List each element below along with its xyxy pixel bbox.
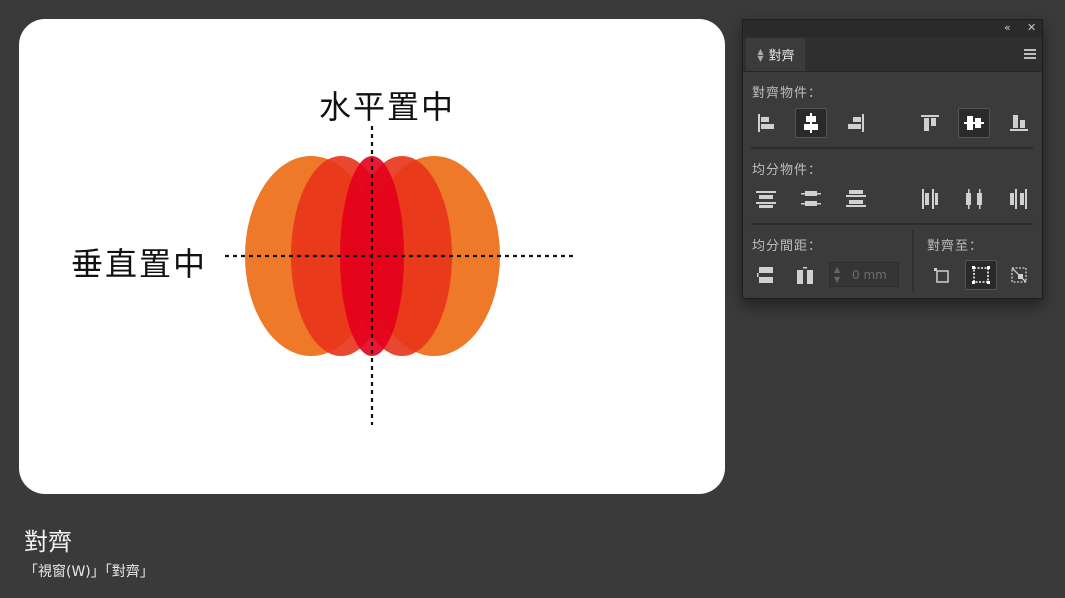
collapse-panel-icon[interactable]: « bbox=[1004, 21, 1011, 34]
panel-title-bar[interactable]: « ✕ bbox=[743, 20, 1042, 37]
horizontal-distribute-right-button[interactable] bbox=[1003, 184, 1035, 214]
caption-title: 對齊 bbox=[24, 528, 72, 556]
spacing-value-field[interactable]: ▲ ▼ bbox=[829, 262, 899, 287]
horizontal-distribute-center-icon bbox=[966, 189, 982, 209]
vertical-align-bottom-icon bbox=[1010, 115, 1028, 131]
horizontal-align-left-button[interactable] bbox=[750, 108, 782, 138]
align-to-artboard-icon bbox=[972, 266, 990, 284]
align-objects-label: 對齊物件： bbox=[752, 86, 823, 101]
horizontal-distribute-space-button[interactable] bbox=[789, 260, 821, 290]
panel-menu-icon[interactable] bbox=[1024, 49, 1036, 59]
align-to-selection-button[interactable] bbox=[925, 260, 957, 290]
vertical-align-top-button[interactable] bbox=[914, 108, 946, 138]
horizontal-align-center-icon bbox=[804, 113, 818, 133]
vertical-divider bbox=[912, 230, 914, 292]
caption-menu-path: 「視窗(W)」「對齊」 bbox=[24, 564, 154, 580]
align-to-key-object-button[interactable] bbox=[1003, 260, 1035, 290]
vertical-distribute-bottom-icon bbox=[846, 190, 866, 207]
horizontal-center-label: 水平置中 bbox=[318, 88, 455, 126]
artboard: 水平置中 垂直置中 bbox=[19, 19, 725, 494]
horizontal-align-right-icon bbox=[848, 114, 864, 132]
horizontal-align-left-icon bbox=[758, 114, 774, 132]
vertical-center-label: 垂直置中 bbox=[71, 245, 208, 283]
tab-align-label: 對齊 bbox=[768, 49, 795, 64]
horizontal-align-center-button[interactable] bbox=[795, 108, 827, 138]
horizontal-align-right-button[interactable] bbox=[840, 108, 872, 138]
spacing-input[interactable] bbox=[852, 266, 896, 283]
vertical-distribute-top-icon bbox=[756, 191, 776, 208]
horizontal-distribute-center-button[interactable] bbox=[958, 184, 990, 214]
horizontal-distribute-space-icon bbox=[797, 267, 813, 284]
section-divider bbox=[751, 147, 1033, 149]
vertical-distribute-bottom-button[interactable] bbox=[840, 184, 872, 214]
align-to-artboard-button[interactable] bbox=[965, 260, 997, 290]
vertical-align-center-button[interactable] bbox=[958, 108, 990, 138]
align-to-label: 對齊至： bbox=[927, 239, 984, 254]
align-to-key-object-icon bbox=[1011, 267, 1027, 283]
close-panel-icon[interactable]: ✕ bbox=[1027, 21, 1036, 34]
tab-reorder-icon: ▲ ▼ bbox=[757, 46, 764, 63]
horizontal-distribute-right-icon bbox=[1010, 189, 1027, 209]
vertical-distribute-space-icon bbox=[757, 267, 773, 283]
vertical-align-bottom-button[interactable] bbox=[1003, 108, 1035, 138]
horizontal-distribute-left-icon bbox=[922, 189, 938, 209]
align-to-selection-icon bbox=[934, 268, 949, 283]
tab-align[interactable]: ▲ ▼ 對齊 bbox=[746, 38, 805, 71]
distribute-spacing-label: 均分間距： bbox=[752, 239, 823, 254]
distribute-objects-label: 均分物件： bbox=[752, 163, 823, 178]
vertical-align-center-icon bbox=[964, 116, 984, 130]
panel-tab-bar: ▲ ▼ 對齊 bbox=[743, 37, 1042, 72]
vertical-distribute-center-icon bbox=[801, 191, 821, 206]
horizontal-distribute-left-button[interactable] bbox=[914, 184, 946, 214]
vertical-distribute-top-button[interactable] bbox=[750, 184, 782, 214]
vertical-distribute-center-button[interactable] bbox=[795, 184, 827, 214]
align-panel: « ✕ ▲ ▼ 對齊 對齊物件： 均分物件： 均分間距： 對齊至： ▲ ▼ 0 … bbox=[742, 19, 1043, 299]
vertical-distribute-space-button[interactable] bbox=[750, 260, 782, 290]
vertical-align-top-icon bbox=[921, 115, 939, 131]
section-divider bbox=[751, 223, 1033, 225]
spacing-stepper-icon[interactable]: ▲ ▼ bbox=[834, 265, 840, 285]
